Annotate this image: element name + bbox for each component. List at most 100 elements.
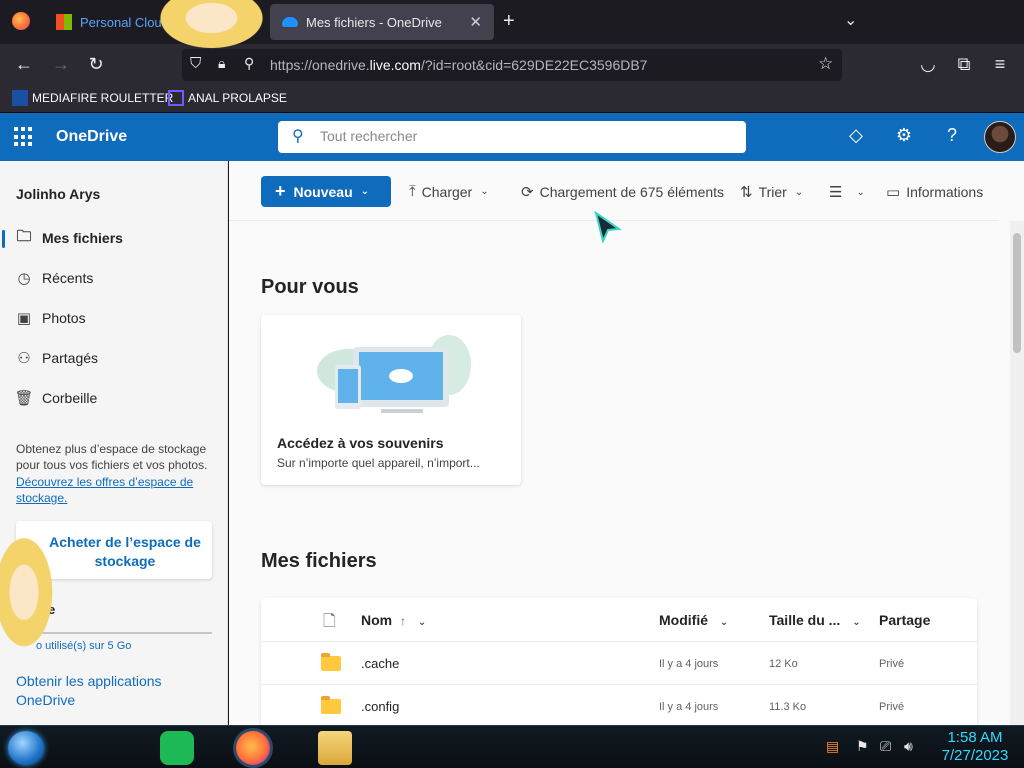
hamburger-menu-icon[interactable]: ≡ bbox=[989, 54, 1011, 75]
view-options-button[interactable]: ☰ ⌄ bbox=[829, 183, 865, 201]
chevron-down-icon: ⌄ bbox=[794, 186, 804, 198]
url-text[interactable]: https://onedrive.live.com/?id=root&cid=6… bbox=[270, 57, 647, 73]
network-icon[interactable]: ⎚ bbox=[880, 738, 891, 755]
bookmark-glyph-icon bbox=[168, 90, 184, 106]
mouse-cursor-icon bbox=[594, 211, 622, 243]
upload-button[interactable]: ⤒ Charger ⌄ bbox=[409, 183, 489, 200]
sidebar-item-label: Corbeille bbox=[42, 390, 98, 406]
avatar[interactable] bbox=[984, 121, 1016, 153]
files-table: 🗋︎ Nom ↑ ⌄ Modifié ⌄ Taille du ... ⌄ Par… bbox=[261, 598, 977, 725]
file-type-icon[interactable]: 🗋︎ bbox=[323, 610, 336, 637]
start-button[interactable] bbox=[8, 731, 44, 765]
sidebar-item-photos[interactable]: ▣ Photos bbox=[0, 300, 228, 336]
firefox-menu-icon[interactable] bbox=[12, 12, 30, 30]
new-button-label: Nouveau bbox=[293, 183, 353, 200]
system-clock[interactable]: 1:58 AM 7/27/2023 bbox=[930, 729, 1020, 765]
app-launcher-icon[interactable] bbox=[14, 127, 34, 147]
app-tray-icon[interactable]: ▤ bbox=[826, 738, 839, 755]
sort-button[interactable]: ⇅ Trier ⌄ bbox=[740, 183, 803, 201]
url-bar[interactable]: ⛉ 🔒︎ ⚲ https://onedrive.live.com/?id=roo… bbox=[182, 49, 842, 81]
list-view-icon: ☰ bbox=[829, 184, 843, 201]
chevron-down-icon: ⌄ bbox=[480, 186, 489, 197]
column-size[interactable]: Taille du ... ⌄ bbox=[769, 612, 861, 628]
main-content: + Nouveau ⌄ ⤒ Charger ⌄ ⟳ Chargement de … bbox=[229, 161, 1024, 725]
scrollbar-thumb[interactable] bbox=[1013, 233, 1021, 353]
clock-time: 1:58 AM bbox=[947, 729, 1003, 746]
storage-offers-link[interactable]: Découvrez les offres d’espace de stockag… bbox=[16, 474, 212, 506]
loading-label: Chargement de 675 éléments bbox=[539, 184, 725, 200]
info-button[interactable]: ▭ Informations bbox=[886, 183, 983, 201]
column-modified-label: Modifié bbox=[659, 612, 708, 628]
taskbar: ▤ ⚑ ⎚ 🔊︎ 1:58 AM 7/27/2023 bbox=[0, 725, 1024, 768]
search-box[interactable]: ⚲ bbox=[278, 121, 746, 153]
bookmark-item[interactable]: ANAL PROLAPSE bbox=[168, 90, 287, 106]
sidebar-item-recent[interactable]: ◷ Récents bbox=[0, 260, 228, 296]
reload-icon[interactable]: ↻ bbox=[85, 54, 107, 75]
bookmark-star-icon[interactable]: ☆ bbox=[818, 54, 833, 74]
table-header: 🗋︎ Nom ↑ ⌄ Modifié ⌄ Taille du ... ⌄ Par… bbox=[261, 598, 977, 642]
folder-icon: 🗀︎ bbox=[16, 227, 32, 245]
column-modified[interactable]: Modifié ⌄ bbox=[659, 612, 728, 628]
sync-icon: ⟳ bbox=[521, 184, 534, 201]
vertical-scrollbar[interactable] bbox=[1010, 221, 1024, 725]
upload-arrow-icon: ⤒ bbox=[409, 183, 416, 200]
people-icon: ⚇ bbox=[17, 350, 31, 367]
bookmark-label: MEDIAFIRE ROULETTER bbox=[32, 91, 174, 105]
action-center-flag-icon[interactable]: ⚑ bbox=[856, 738, 869, 755]
user-name: Jolinho Arys bbox=[16, 186, 101, 202]
firefox-taskbar-icon[interactable] bbox=[236, 731, 270, 765]
tab-title: Mes fichiers - OneDrive bbox=[306, 14, 442, 30]
gear-icon[interactable]: ⚙ bbox=[892, 125, 916, 149]
file-explorer-icon[interactable] bbox=[318, 731, 352, 765]
premium-diamond-icon[interactable]: ◇ bbox=[844, 125, 868, 149]
sidebar-item-label: Partagés bbox=[42, 350, 99, 366]
folder-icon bbox=[321, 696, 341, 714]
folder-icon bbox=[321, 653, 341, 671]
pocket-icon[interactable]: ◡ bbox=[917, 54, 939, 75]
spotify-icon[interactable] bbox=[160, 731, 194, 765]
tab-onedrive[interactable]: Mes fichiers - OneDrive ✕ bbox=[270, 4, 494, 40]
new-button[interactable]: + Nouveau ⌄ bbox=[261, 176, 391, 207]
memories-card[interactable]: Accédez à vos souvenirs Sur n’importe qu… bbox=[261, 315, 521, 485]
extensions-icon[interactable]: ⧉ bbox=[953, 54, 975, 75]
bookmark-label: ANAL PROLAPSE bbox=[188, 91, 287, 105]
info-panel-icon: ▭ bbox=[886, 184, 901, 201]
table-row[interactable]: .cache Il y a 4 jours 12 Ko Privé bbox=[261, 642, 977, 685]
search-input[interactable] bbox=[320, 128, 720, 144]
column-sharing[interactable]: Partage bbox=[879, 612, 930, 628]
file-sharing: Privé bbox=[879, 701, 905, 713]
close-tab-icon[interactable]: ✕ bbox=[469, 13, 482, 31]
chevron-down-icon[interactable]: ⌄ bbox=[844, 10, 857, 30]
chevron-down-icon: ⌄ bbox=[360, 186, 370, 197]
sidebar-item-my-files[interactable]: 🗀︎ Mes fichiers bbox=[0, 220, 228, 256]
help-icon[interactable]: ? bbox=[940, 125, 964, 149]
sidebar-item-shared[interactable]: ⚇ Partagés bbox=[0, 340, 228, 376]
table-row[interactable]: .config Il y a 4 jours 11.3 Ko Privé bbox=[261, 685, 977, 725]
column-name-label: Nom bbox=[361, 612, 393, 628]
sidebar-item-recycle-bin[interactable]: 🗑︎ Corbeille bbox=[0, 380, 228, 416]
my-files-title: Mes fichiers bbox=[261, 550, 377, 572]
card-subtitle: Sur n’importe quel appareil, n’import... bbox=[277, 456, 480, 470]
chevron-down-icon: ⌄ bbox=[856, 186, 865, 198]
back-arrow-icon[interactable]: ← bbox=[13, 54, 35, 75]
cartoon-sticker-overlay bbox=[140, 0, 270, 60]
new-tab-icon[interactable]: + bbox=[503, 10, 515, 33]
storage-promo-text: Obtenez plus d’espace de stockage pour t… bbox=[16, 442, 208, 472]
column-name[interactable]: Nom ↑ ⌄ bbox=[361, 612, 426, 628]
file-name[interactable]: .config bbox=[361, 699, 399, 714]
onedrive-cloud-icon bbox=[282, 17, 298, 27]
chevron-down-icon: ⌄ bbox=[719, 617, 729, 628]
file-size: 12 Ko bbox=[769, 658, 798, 670]
upload-label: Charger bbox=[421, 183, 473, 200]
microsoft-logo-icon bbox=[56, 14, 72, 30]
for-you-title: Pour vous bbox=[261, 276, 359, 298]
file-name[interactable]: .cache bbox=[361, 656, 399, 671]
app-title[interactable]: OneDrive bbox=[56, 128, 127, 146]
get-apps-link[interactable]: Obtenir les applications OneDrive bbox=[16, 672, 212, 710]
devices-illustration-icon bbox=[317, 335, 471, 413]
clock-date: 7/27/2023 bbox=[941, 747, 1009, 764]
file-size: 11.3 Ko bbox=[769, 701, 807, 713]
bookmark-item[interactable]: MEDIAFIRE ROULETTER bbox=[12, 90, 173, 106]
forward-arrow-icon[interactable]: → bbox=[50, 54, 72, 75]
volume-icon[interactable]: 🔊︎ bbox=[904, 738, 913, 755]
